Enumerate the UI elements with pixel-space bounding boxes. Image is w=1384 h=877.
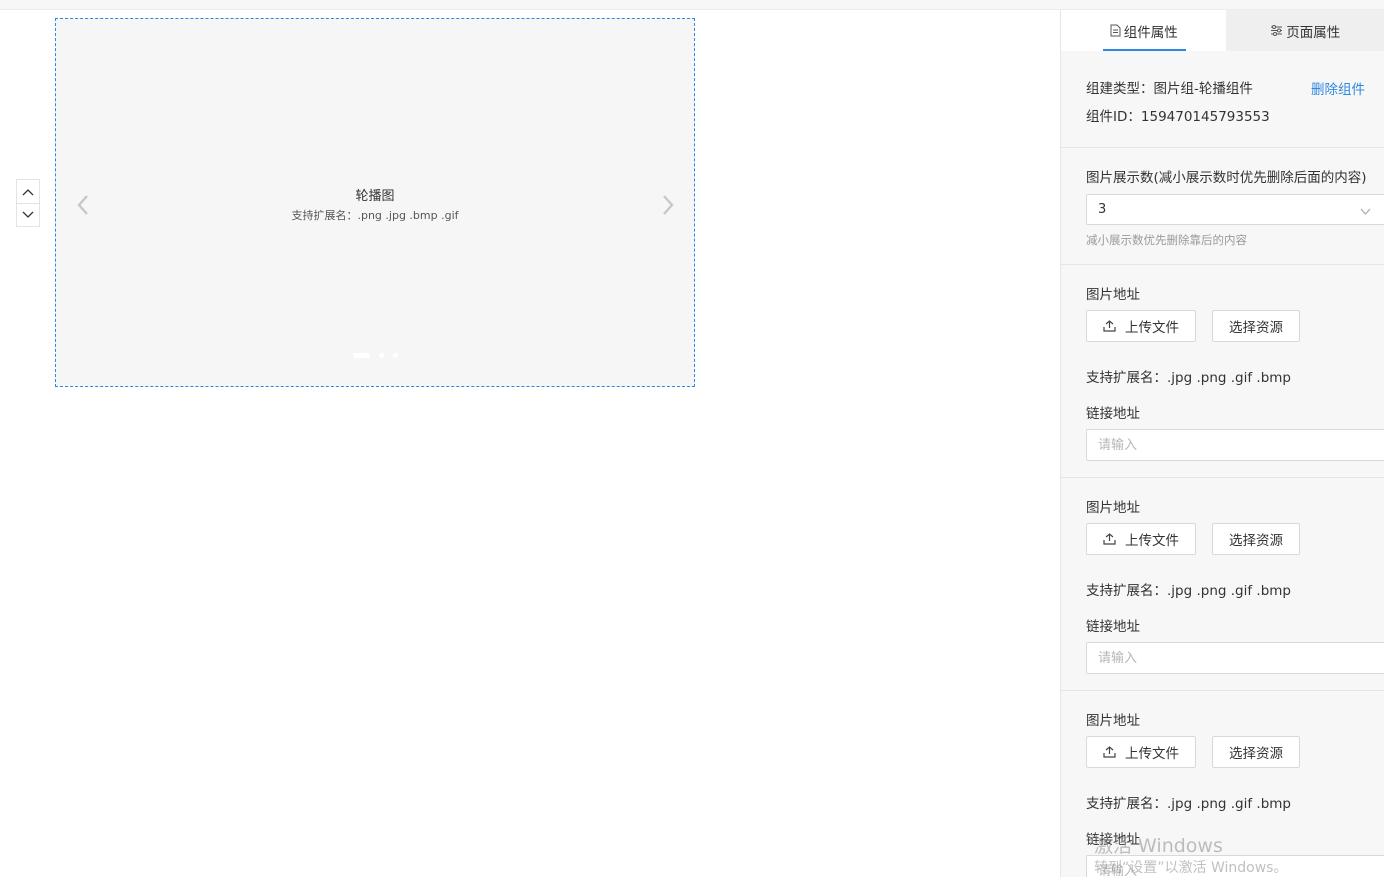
display-count-value: 3 (1098, 202, 1107, 217)
top-toolbar-strip (0, 0, 1384, 10)
display-count-label: 图片展示数(减小展示数时优先删除后面的内容) (1086, 170, 1367, 186)
upload-icon (1103, 320, 1116, 332)
component-id-row: 组件ID：159470145793553 (1086, 105, 1270, 125)
image-item: 图片地址 上传文件 选择资源 支持扩展名：.jpg .png .gif .bmp… (1061, 691, 1384, 877)
chevron-down-icon (1360, 204, 1371, 219)
delete-component-link[interactable]: 删除组件 (1311, 78, 1365, 98)
carousel-dots (56, 353, 694, 358)
chevron-down-icon (22, 211, 34, 218)
tab-component-properties[interactable]: 组件属性 (1061, 10, 1227, 51)
upload-file-label: 上传文件 (1125, 320, 1179, 336)
carousel-dot[interactable] (378, 353, 384, 358)
carousel-title: 轮播图 (355, 189, 395, 204)
supported-extensions: 支持扩展名：.jpg .png .gif .bmp (1086, 583, 1291, 599)
document-icon (1110, 24, 1121, 37)
link-address-input[interactable] (1086, 855, 1384, 877)
move-controls (16, 179, 40, 227)
supported-extensions: 支持扩展名：.jpg .png .gif .bmp (1086, 796, 1291, 812)
move-up-button[interactable] (17, 180, 39, 203)
carousel-dot[interactable] (392, 353, 398, 358)
chevron-up-icon (22, 188, 34, 195)
supported-extensions: 支持扩展名：.jpg .png .gif .bmp (1086, 370, 1291, 386)
upload-file-button[interactable]: 上传文件 (1086, 523, 1196, 555)
image-item: 图片地址 上传文件 选择资源 支持扩展名：.jpg .png .gif .bmp… (1061, 478, 1384, 691)
move-down-button[interactable] (17, 203, 39, 226)
display-count-section: 图片展示数(减小展示数时优先删除后面的内容) 3 减小展示数优先删除靠后的内容 (1061, 148, 1384, 265)
carousel-component[interactable]: 轮播图 支持扩展名：.png .jpg .bmp .gif (55, 18, 695, 387)
upload-file-button[interactable]: 上传文件 (1086, 310, 1196, 342)
link-address-input[interactable] (1086, 642, 1384, 674)
tab-label: 页面属性 (1286, 24, 1341, 41)
image-item: 图片地址 上传文件 选择资源 支持扩展名：.jpg .png .gif .bmp… (1061, 265, 1384, 478)
component-id-value: 159470145793553 (1140, 109, 1270, 125)
upload-file-label: 上传文件 (1125, 533, 1179, 549)
tab-page-properties[interactable]: 页面属性 (1226, 10, 1384, 51)
image-address-label: 图片地址 (1086, 287, 1140, 303)
carousel-subtitle: 支持扩展名：.png .jpg .bmp .gif (291, 209, 459, 222)
component-type-row: 组建类型：图片组-轮播组件 (1086, 77, 1253, 97)
display-count-select[interactable]: 3 (1086, 194, 1384, 225)
select-resource-button[interactable]: 选择资源 (1212, 310, 1300, 342)
upload-icon (1103, 533, 1116, 545)
upload-file-button[interactable]: 上传文件 (1086, 736, 1196, 768)
component-type-value: 图片组-轮播组件 (1153, 81, 1253, 97)
tab-label: 组件属性 (1123, 24, 1178, 41)
select-resource-button[interactable]: 选择资源 (1212, 523, 1300, 555)
carousel-dot[interactable] (352, 353, 370, 358)
link-address-label: 链接地址 (1086, 406, 1140, 422)
image-address-label: 图片地址 (1086, 500, 1140, 516)
image-address-label: 图片地址 (1086, 713, 1140, 729)
component-type-label: 组建类型： (1086, 81, 1154, 97)
link-address-label: 链接地址 (1086, 619, 1140, 635)
upload-file-label: 上传文件 (1125, 746, 1179, 762)
upload-icon (1103, 746, 1116, 758)
display-count-hint: 减小展示数优先删除靠后的内容 (1086, 233, 1247, 247)
property-panel: 组件属性 页面属性 组建类型：图片组-轮播组件 删除组件 组件ID：159470… (1060, 10, 1384, 877)
panel-tabs: 组件属性 页面属性 (1061, 10, 1384, 51)
sliders-icon (1270, 25, 1283, 36)
link-address-label: 链接地址 (1086, 832, 1140, 848)
component-id-label: 组件ID： (1086, 109, 1141, 125)
link-address-input[interactable] (1086, 429, 1384, 461)
select-resource-button[interactable]: 选择资源 (1212, 736, 1300, 768)
component-info-section: 组建类型：图片组-轮播组件 删除组件 组件ID：159470145793553 (1061, 51, 1384, 148)
